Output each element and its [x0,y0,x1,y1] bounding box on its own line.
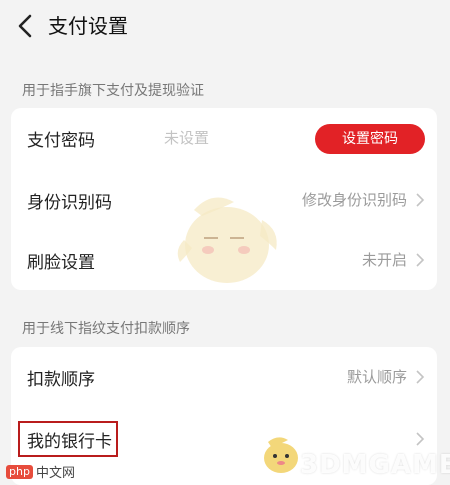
row-label: 刷脸设置 [27,253,95,273]
row-value: 默认顺序 [346,368,407,386]
section-label-deduction: 用于线下指纹支付扣款顺序 [22,321,190,337]
php-badge: php [6,464,33,479]
row-payment-password[interactable]: 支付密码 未设置 设置密码 [11,108,437,168]
chevron-right-icon [415,369,425,385]
row-label: 支付密码 [27,131,95,151]
chevron-left-icon [18,14,32,38]
row-deduction-order[interactable]: 扣款顺序 默认顺序 [11,347,437,407]
mascot-watermark-icon [177,197,277,283]
watermark-brand: 3DMGAME [300,450,450,480]
row-value: 修改身份识别码 [301,191,407,209]
back-button[interactable] [12,10,40,42]
page-title: 支付设置 [48,14,128,38]
watermark-site-text: 中文网 [35,466,75,481]
row-value: 未开启 [361,251,407,269]
chevron-right-icon [415,252,425,268]
annotation-highlight-box [18,421,118,457]
watermark-site: php 中文网 [6,462,75,481]
set-password-button[interactable]: 设置密码 [315,124,425,154]
header-bar: 支付设置 [0,0,450,52]
mascot-small-icon [264,437,298,473]
section-label-verification: 用于指手旗下支付及提现验证 [22,83,204,99]
password-status: 未设置 [164,129,210,147]
chevron-right-icon [415,192,425,208]
row-label: 身份识别码 [27,193,112,213]
row-label: 扣款顺序 [27,370,95,390]
chevron-right-icon [415,431,425,447]
